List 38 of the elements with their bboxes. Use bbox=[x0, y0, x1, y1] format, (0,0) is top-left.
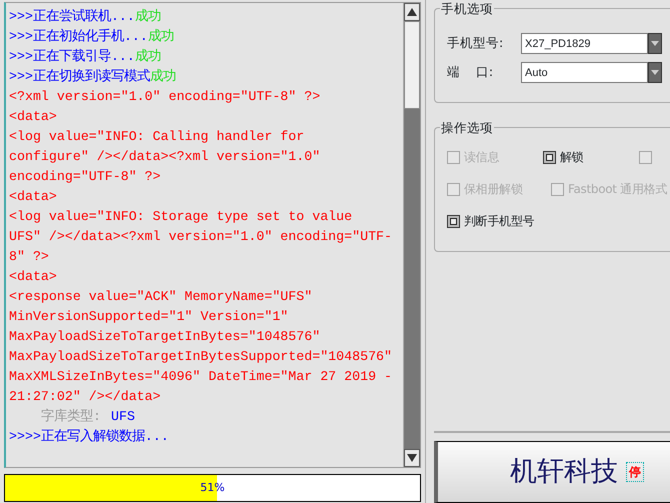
xml-log-text: <response value="ACK" MemoryName="UFS" bbox=[9, 289, 312, 304]
xml-log-text: <?xml version="1.0" encoding="UTF-8" ?> bbox=[9, 89, 320, 104]
checkbox-label: 判断手机型号 bbox=[464, 213, 534, 230]
success-text: 成功 bbox=[148, 29, 174, 44]
checkbox-label: 解锁 bbox=[560, 149, 584, 166]
field-label: 字库类型: bbox=[40, 409, 102, 424]
xml-log-text: 21:27:02" /></data> bbox=[9, 389, 161, 404]
xml-log-text: 8" ?> bbox=[9, 249, 49, 264]
xml-log-text: <data> bbox=[9, 109, 57, 124]
xml-log-text: UFS" /></data><?xml version="1.0" encoding="UTF- bbox=[9, 229, 392, 244]
field-value: UFS bbox=[110, 409, 135, 424]
xml-log-text: MaxPayloadSizeToTargetInBytes="1048576" bbox=[9, 329, 320, 344]
log-text: >>>>正在写入解锁数据... bbox=[9, 429, 169, 444]
log-text: >>>正在初始化手机... bbox=[9, 29, 148, 44]
xml-log-text: configure" /></data><?xml version="1.0" bbox=[9, 149, 320, 164]
xml-log-text: <log value="INFO: Storage type set to value bbox=[9, 209, 352, 224]
field-label: 手机型号: bbox=[447, 34, 504, 52]
checkbox-label: 保相册解锁 bbox=[464, 181, 523, 198]
xml-log-text: MaxPayloadSizeToTargetInBytesSupported="1048576" bbox=[9, 349, 392, 364]
log-text: >>>正在下载引导... bbox=[9, 49, 135, 64]
xml-log-text: MinVersionSupported="1" Version="1" bbox=[9, 309, 288, 324]
log-text: >>>正在切换到读写模式 bbox=[9, 69, 150, 84]
success-text: 成功 bbox=[150, 69, 176, 84]
stop-label: 停 bbox=[626, 462, 644, 482]
dropdown-field[interactable]: Auto bbox=[521, 62, 648, 83]
xml-log-text: <data> bbox=[9, 269, 57, 284]
log-text: >>>正在尝试联机... bbox=[9, 9, 135, 24]
xml-log-text: <log value="INFO: Calling handler for bbox=[9, 129, 304, 144]
xml-log-text: <data> bbox=[9, 189, 57, 204]
xml-log-text: MaxXMLSizeInBytes="4096" DateTime="Mar 27 2019 - bbox=[9, 369, 392, 384]
xml-log-text: encoding="UTF-8" ?> bbox=[9, 169, 161, 184]
start-button[interactable]: 机轩科技 停 bbox=[434, 441, 670, 503]
checkbox-label: 读信息 bbox=[464, 149, 500, 166]
success-text: 成功 bbox=[134, 9, 161, 24]
dropdown-field[interactable]: X27_PD1829 bbox=[521, 33, 648, 54]
success-text: 成功 bbox=[134, 49, 161, 64]
checkbox-label: Fastboot 通用格式 bbox=[568, 181, 668, 198]
field-label: 端 口: bbox=[447, 63, 494, 82]
